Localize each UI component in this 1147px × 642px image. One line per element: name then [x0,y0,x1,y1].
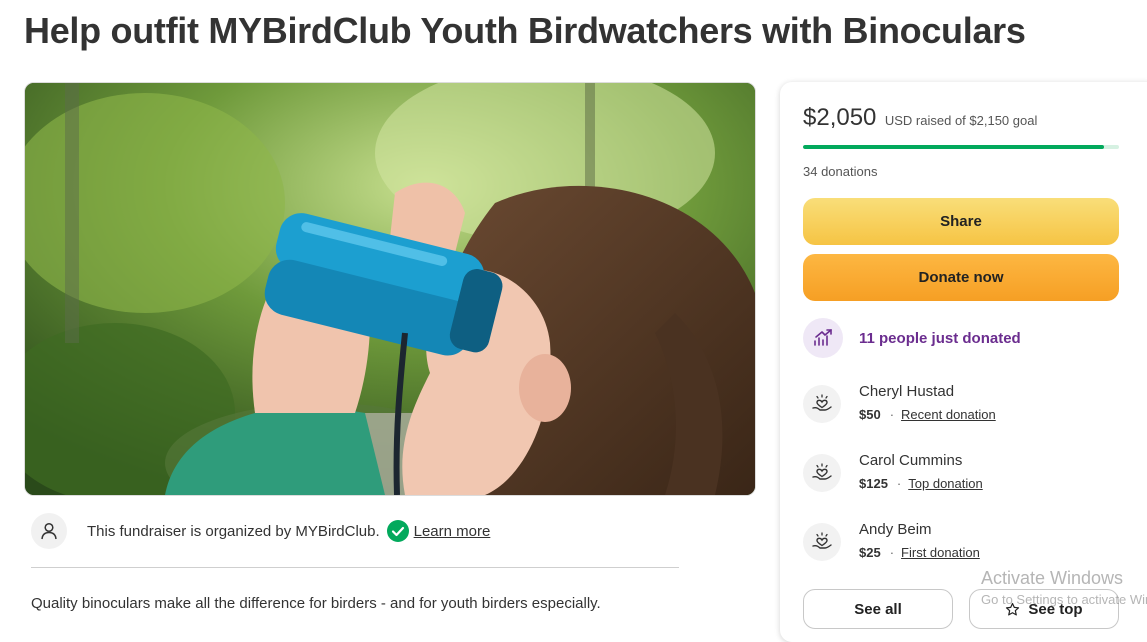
donor-name: Andy Beim [859,521,932,538]
heart-hand-icon [803,385,841,423]
heart-hand-icon [803,454,841,492]
donor-tag-link[interactable]: Top donation [908,476,982,491]
organizer-row: This fundraiser is organized by MYBirdCl… [31,512,679,550]
share-button[interactable]: Share [803,198,1119,245]
donation-count: 34 donations [803,164,878,179]
verified-check-icon [386,520,409,542]
progress-fill [803,145,1105,149]
donor-meta: $25 · First donation [859,545,980,560]
user-icon [39,521,59,541]
donate-now-button[interactable]: Donate now [803,254,1119,301]
learn-more-link[interactable]: Learn more [414,523,491,540]
see-top-label: See top [1028,600,1083,618]
donor-item: Andy Beim $25 · First donation [803,521,1133,567]
heart-hand-icon [803,523,841,561]
donor-meta: $125 · Top donation [859,476,983,491]
page-title: Help outfit MYBirdClub Youth Birdwatcher… [24,10,1026,51]
donor-name: Carol Cummins [859,452,963,469]
donor-amount: $25 [859,545,881,560]
donor-item: Cheryl Hustad $50 · Recent donation [803,383,1133,429]
donor-amount: $50 [859,407,881,422]
donor-item: Carol Cummins $125 · Top donation [803,452,1133,498]
raised-amount: $2,050 [803,104,877,131]
organizer-text: This fundraiser is organized by MYBirdCl… [87,522,380,540]
star-icon [1006,602,1020,615]
donation-card: $2,050 USD raised of $2,150 goal 34 dona… [780,82,1147,642]
raised-summary: $2,050 USD raised of $2,150 goal [803,104,1037,132]
trending-up-icon [803,318,843,358]
donor-tag-link[interactable]: Recent donation [901,407,996,422]
raised-goal-label: USD raised of $2,150 goal [884,113,1038,128]
donor-meta: $50 · Recent donation [859,407,996,422]
recent-activity-text: 11 people just donated [859,329,1021,347]
see-all-button[interactable]: See all [803,589,953,629]
progress-bar [803,145,1119,149]
see-top-button[interactable]: See top [969,589,1119,629]
donor-tag-link[interactable]: First donation [901,545,980,560]
recent-activity: 11 people just donated [803,318,1021,358]
organizer-avatar [31,513,67,549]
divider [31,567,679,568]
child-with-binoculars-photo [25,83,755,495]
hero-image [24,82,756,496]
fundraiser-description: Quality binoculars make all the differen… [31,595,601,612]
donor-name: Cheryl Hustad [859,383,955,400]
donor-amount: $125 [859,476,888,491]
